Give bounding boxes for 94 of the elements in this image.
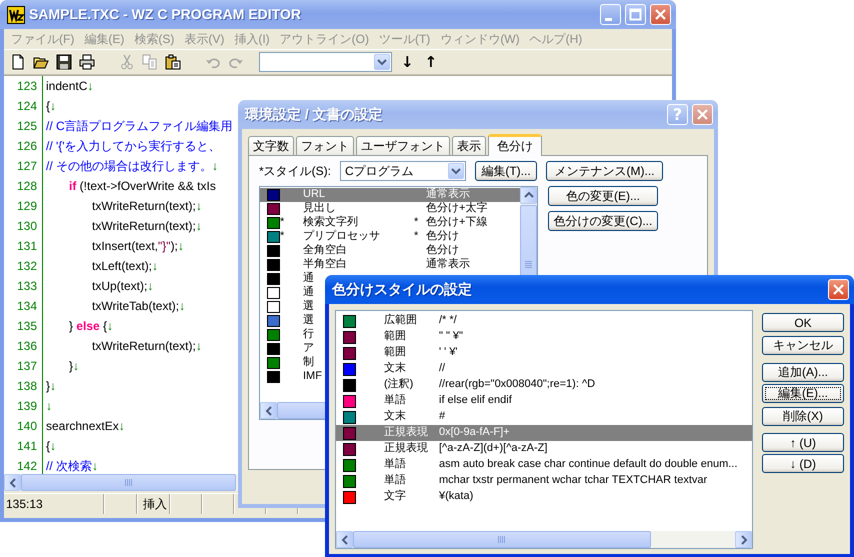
code-line: txWriteReturn(text);↓ xyxy=(91,338,203,355)
item-name: 制 xyxy=(303,356,314,370)
item-name: 選 xyxy=(303,300,314,314)
line-number: 124 xyxy=(16,98,37,115)
rule-type: 正規表現 xyxy=(384,426,429,440)
item-name: 全角空白 xyxy=(303,244,347,258)
code-line: } else {↓ xyxy=(68,318,114,335)
item-style: 通常表示 xyxy=(426,258,470,272)
item-style: 色分け xyxy=(426,230,459,244)
item-style: 通常表示 xyxy=(426,188,470,202)
code-line: searchnextEx↓ xyxy=(46,418,126,435)
line-number: 139 xyxy=(16,398,37,415)
style-label: *スタイル(S): xyxy=(259,164,331,178)
line-number: 133 xyxy=(16,278,37,295)
window-title: 色分けスタイルの設定 xyxy=(332,281,472,298)
code-line: txWriteTab(text);↓ xyxy=(91,298,186,315)
line-number: 142 xyxy=(16,458,37,475)
item-mark: * xyxy=(414,216,418,230)
line-number: 128 xyxy=(16,178,37,195)
rule-type: 正規表現 xyxy=(384,442,429,456)
line-number: 138 xyxy=(16,378,37,395)
item-style: 色分け xyxy=(426,244,459,258)
line-number: 136 xyxy=(16,338,37,355)
item-name: 通 xyxy=(303,286,314,300)
item-mark: * xyxy=(414,230,418,244)
item-style: 色分け+太字 xyxy=(426,202,488,216)
code-line: {↓ xyxy=(46,98,58,115)
item-mark: * xyxy=(280,230,284,244)
item-name: 行 xyxy=(303,328,314,342)
rule-type: 単語 xyxy=(384,474,407,488)
item-name: ア xyxy=(303,342,314,356)
rule-pattern: ' ' ¥' xyxy=(439,346,458,360)
line-number: 131 xyxy=(16,238,37,255)
item-name: 見出し xyxy=(303,202,336,216)
rule-pattern: /* */ xyxy=(439,314,457,328)
line-number: 140 xyxy=(16,418,37,435)
item-name: 通 xyxy=(303,272,314,286)
item-style: 色分け+下線 xyxy=(426,216,488,230)
line-number: 135 xyxy=(16,318,37,335)
code-line: indentC↓ xyxy=(46,78,94,95)
code-line: if (!text->fOverWrite && txIs xyxy=(68,178,217,195)
line-number: 130 xyxy=(16,218,37,235)
input-mode: 挿入 xyxy=(137,494,170,514)
rule-type: 範囲 xyxy=(384,330,407,344)
line-number: 129 xyxy=(16,198,37,215)
rule-pattern: ¥(kata) xyxy=(439,490,474,504)
item-name: IMF xyxy=(303,370,322,384)
code-line: txWriteReturn(text);↓ xyxy=(91,198,203,215)
line-number: 132 xyxy=(16,258,37,275)
line-number: 141 xyxy=(16,438,37,455)
line-number: 123 xyxy=(16,78,37,95)
line-number: 134 xyxy=(16,298,37,315)
code-line: txInsert(text,"}");↓ xyxy=(91,238,185,255)
code-line: txLeft(text);↓ xyxy=(91,258,160,275)
code-line: // 次検索↓ xyxy=(46,458,100,475)
rule-pattern: " " ¥" xyxy=(439,330,463,344)
rule-pattern: [^a-zA-Z](d+)[^a-zA-Z] xyxy=(439,442,548,456)
rule-pattern: # xyxy=(439,410,446,424)
cursor-position: 135:13 xyxy=(4,494,104,514)
rule-pattern: asm auto break case char continue default do double enum... xyxy=(439,458,738,472)
item-name: プリプロセッサ xyxy=(303,230,380,244)
window-title: SAMPLE.TXC - WZ C PROGRAM EDITOR xyxy=(29,6,301,23)
window-title: 環境設定 / 文書の設定 xyxy=(245,106,383,123)
rule-pattern: mchar txstr permanent wchar tchar TEXTCHAR textvar xyxy=(439,474,708,488)
code-line: }↓ xyxy=(68,358,80,375)
line-number: 137 xyxy=(16,358,37,375)
rule-type: 広範囲 xyxy=(384,314,418,328)
code-line: // その他の場合は改行します。↓ xyxy=(46,158,220,175)
code-line: {↓ xyxy=(46,438,58,455)
rule-pattern: 0x[0-9a-fA-F]+ xyxy=(439,426,510,440)
code-line: ↓ xyxy=(46,398,53,415)
item-name: 検索文字列 xyxy=(303,216,358,230)
code-line: txUp(text);↓ xyxy=(91,278,154,295)
rule-pattern: //rear(rgb="0x008040";re=1): ^D xyxy=(439,378,596,392)
rule-type: (注釈) xyxy=(384,378,414,392)
line-number: 127 xyxy=(16,158,37,175)
item-name: 選 xyxy=(303,314,314,328)
item-name: URL xyxy=(303,188,326,202)
item-mark: * xyxy=(280,216,284,230)
line-number: 126 xyxy=(16,138,37,155)
rule-type: 単語 xyxy=(384,458,407,472)
rule-type: 文字 xyxy=(384,490,407,504)
rule-pattern: // xyxy=(439,362,446,376)
rule-type: 文末 xyxy=(384,362,407,376)
code-line: }↓ xyxy=(46,378,58,395)
line-number: 125 xyxy=(16,118,37,135)
rule-type: 単語 xyxy=(384,394,407,408)
rule-type: 範囲 xyxy=(384,346,407,360)
item-name: 半角空白 xyxy=(303,258,347,272)
code-line: txWriteReturn(text);↓ xyxy=(91,218,203,235)
rule-pattern: if else elif endif xyxy=(439,394,512,408)
code-line: // C言語プログラムファイル編集用 xyxy=(46,118,233,135)
code-line: // '{'を入力してから実行すると、 xyxy=(46,138,222,155)
rule-type: 文末 xyxy=(384,410,407,424)
